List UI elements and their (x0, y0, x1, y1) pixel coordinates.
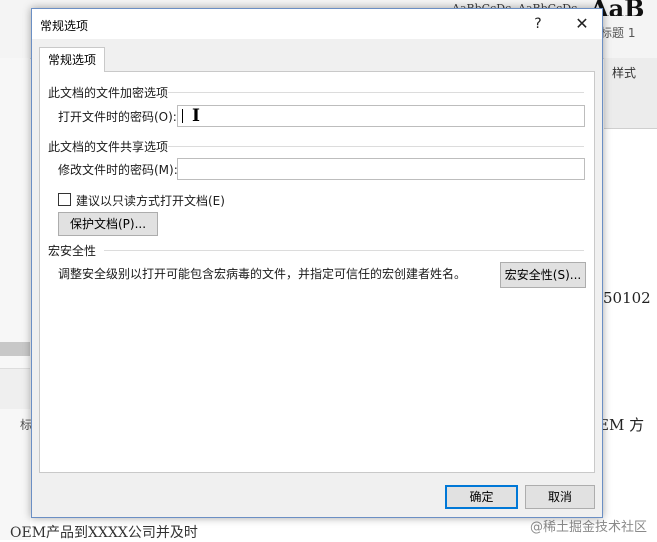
left-pane (0, 58, 30, 540)
watermark: @稀土掘金技术社区 (530, 520, 648, 535)
close-icon[interactable]: ✕ (570, 13, 594, 35)
cancel-button[interactable]: 取消 (525, 485, 595, 509)
readonly-checkbox-label[interactable]: 建议以只读方式打开文档(E) (76, 192, 225, 209)
options-panel: 此文档的文件加密选项 打开文件时的密码(O): I 此文档的文件共享选项 修改文… (39, 71, 595, 473)
general-options-dialog: 常规选项 ? ✕ 常规选项 此文档的文件加密选项 打开文件时的密码(O): I … (31, 8, 603, 518)
protect-document-button[interactable]: 保护文档(P)... (58, 212, 158, 236)
open-password-label: 打开文件时的密码(O): (58, 110, 177, 124)
document-text-em: EM 方 (598, 416, 645, 434)
macro-description: 调整安全级别以打开可能包含宏病毒的文件，并指定可信任的宏创建者姓名。 (58, 267, 467, 281)
help-button[interactable]: ? (526, 13, 550, 35)
dialog-title: 常规选项 (40, 19, 89, 33)
document-text-bottom: OEM产品到XXXX公司并及时 (10, 525, 198, 541)
modify-password-input[interactable] (177, 158, 585, 180)
left-panel-section (0, 368, 30, 409)
left-scrollbar[interactable] (0, 342, 30, 356)
document-text-number: 50102 (603, 289, 651, 307)
macro-section-heading: 宏安全性 (48, 244, 97, 258)
share-section-heading: 此文档的文件共享选项 (48, 140, 169, 154)
styles-group-label: 样式 (612, 66, 637, 80)
section-divider (104, 250, 584, 251)
macro-security-button[interactable]: 宏安全性(S)... (500, 262, 586, 288)
section-divider (168, 146, 584, 147)
text-caret (182, 109, 183, 123)
ibeam-cursor-icon: I (192, 106, 200, 126)
tab-general-options[interactable]: 常规选项 (39, 47, 105, 72)
style-heading1-label: 标题 1 (600, 26, 636, 40)
ok-button[interactable]: 确定 (445, 485, 518, 509)
readonly-checkbox[interactable] (58, 193, 71, 206)
dialog-titlebar[interactable]: 常规选项 ? ✕ (32, 9, 602, 39)
modify-password-label: 修改文件时的密码(M): (58, 163, 178, 177)
encrypt-section-heading: 此文档的文件加密选项 (48, 86, 169, 100)
open-password-input[interactable]: I (177, 105, 585, 127)
section-divider (168, 92, 584, 93)
